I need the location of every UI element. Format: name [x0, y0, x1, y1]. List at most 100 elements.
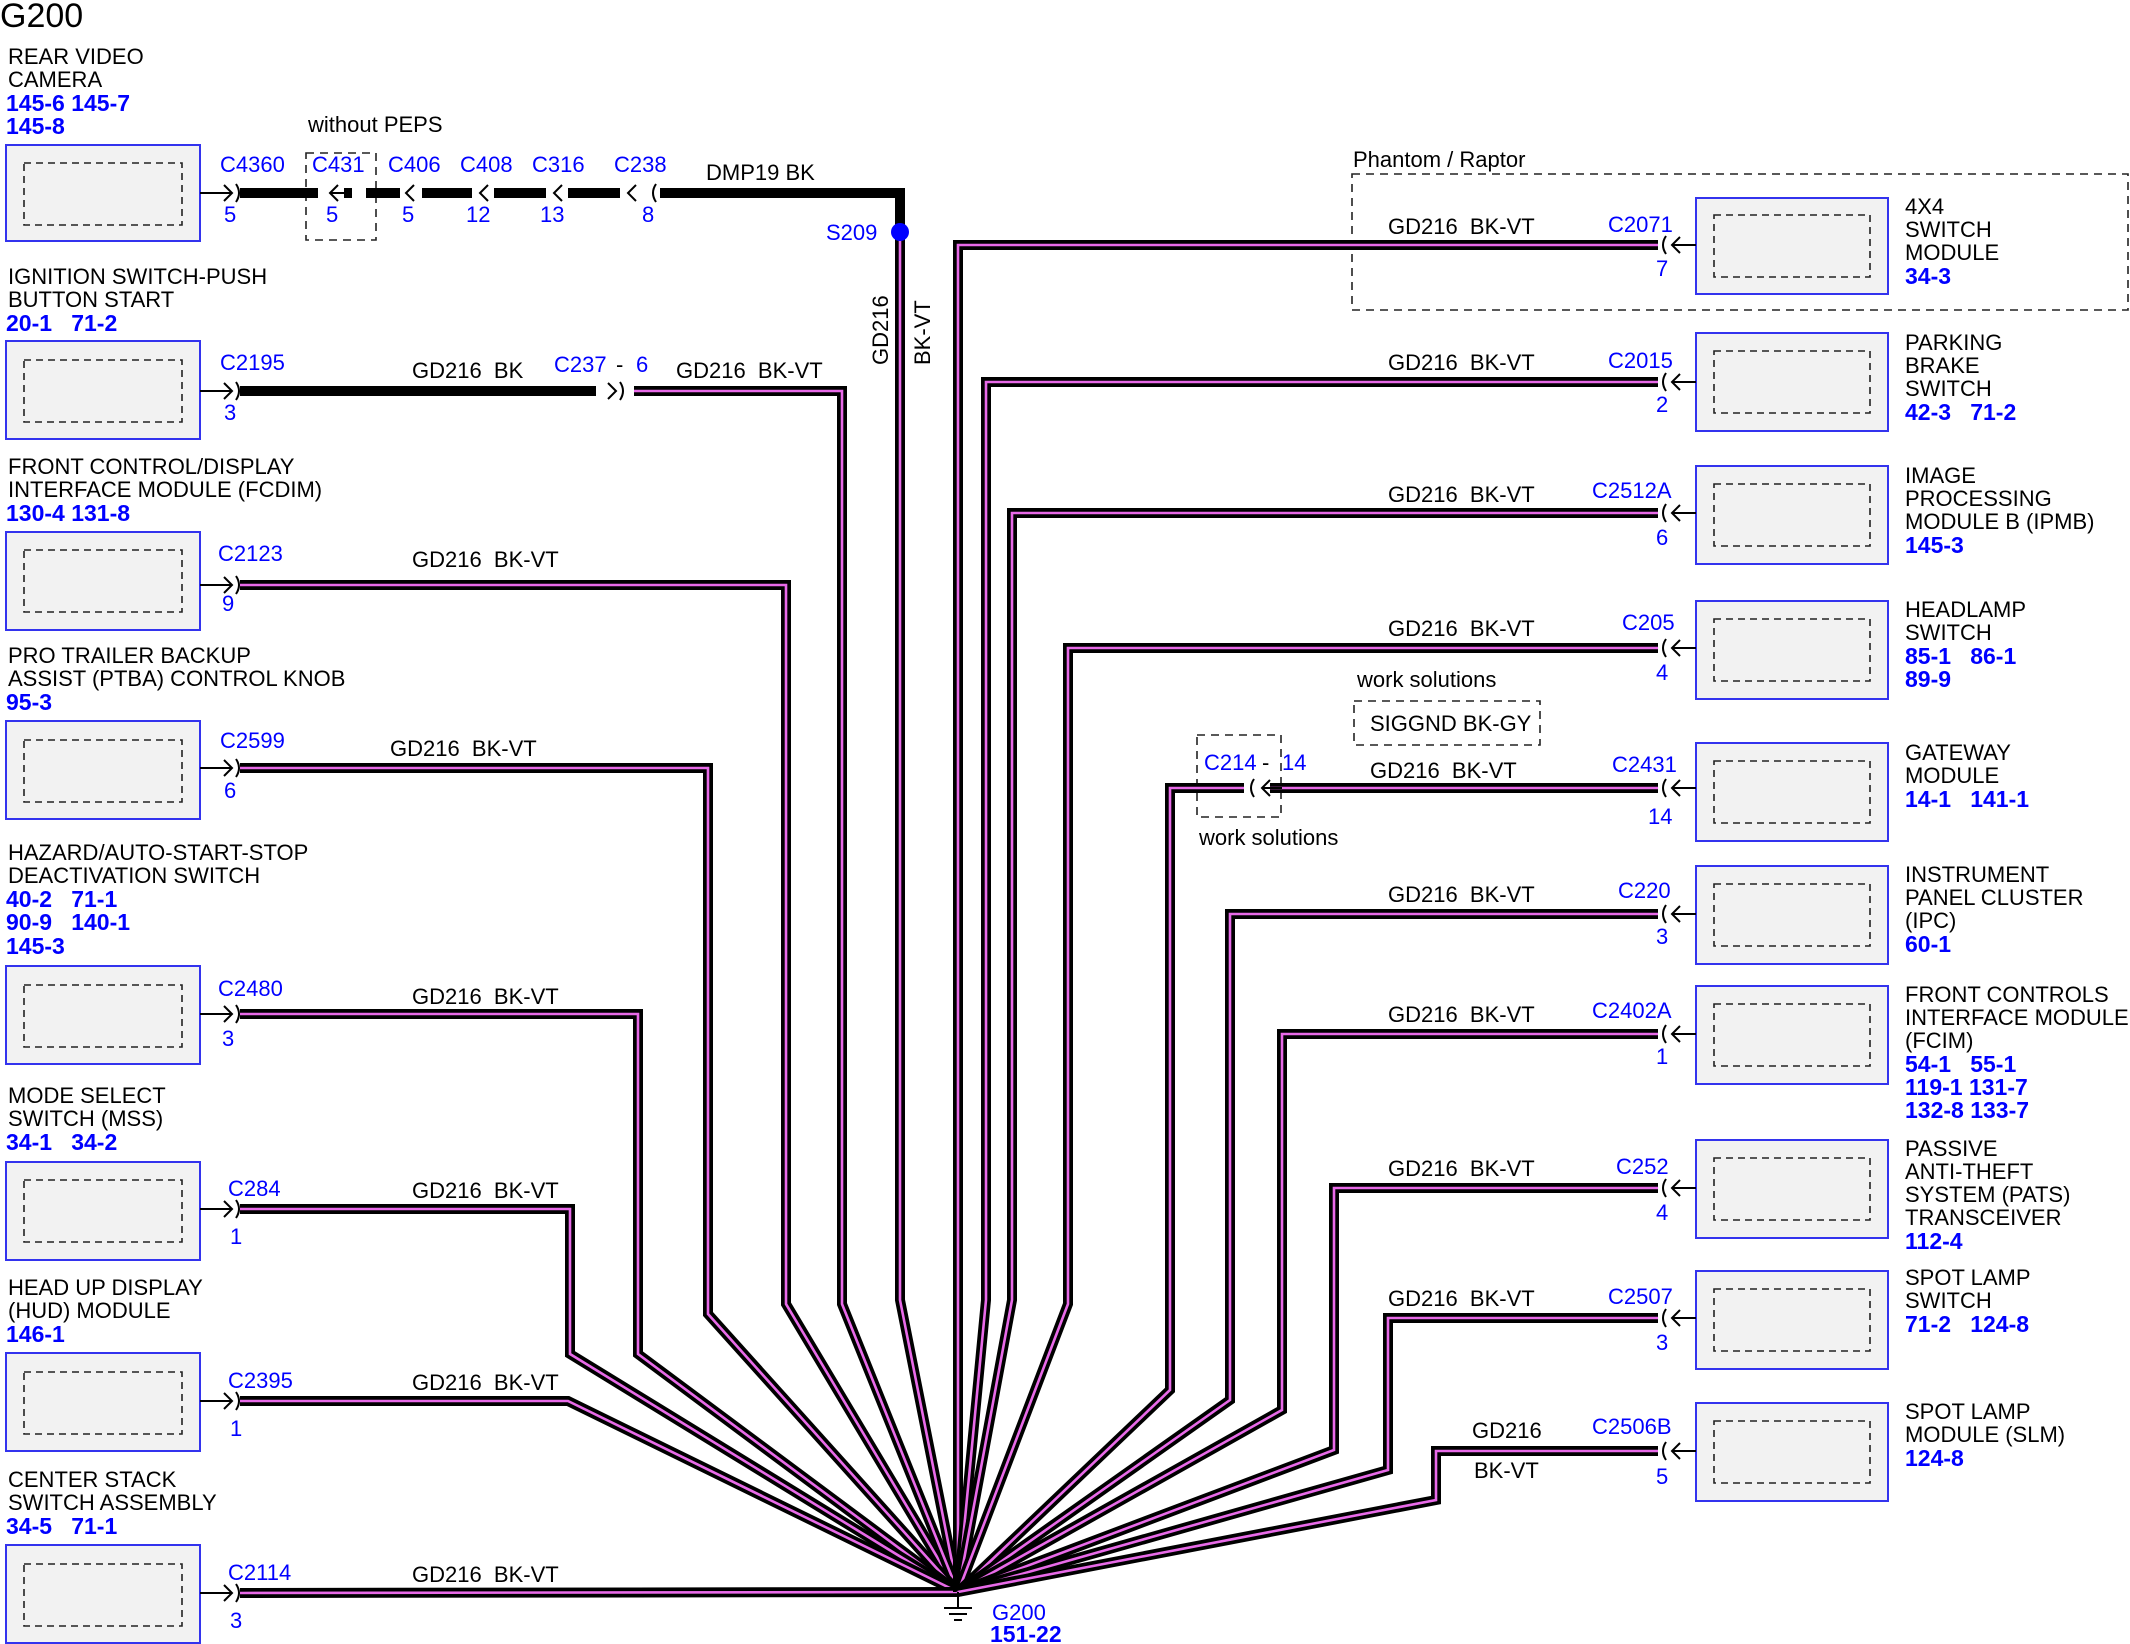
module-ref: 95-3 — [6, 689, 52, 715]
pin-number: 6 — [1656, 525, 1668, 550]
module-name-line: REAR VIDEO — [8, 44, 144, 69]
work-solutions-top-label: work solutions — [1356, 667, 1496, 692]
connector-label: C238 — [614, 152, 667, 177]
pin-symbol-right — [1662, 1441, 1696, 1461]
pin-number: 14 — [1648, 804, 1672, 829]
wire-label: GD216 BK-VT — [676, 358, 823, 383]
wire-hazard — [240, 1009, 961, 1597]
pin-number: 5 — [1656, 1464, 1668, 1489]
wire-label: GD216 BK-VT — [1388, 482, 1535, 507]
separator: - — [616, 352, 623, 377]
pin-number: 1 — [230, 1416, 242, 1441]
pin-symbol-left — [200, 1391, 240, 1411]
module-box — [5, 340, 201, 440]
module-ref: 60-1 — [1905, 931, 1951, 957]
module-name-line: PARKING — [1905, 330, 2002, 355]
module-ref: 34-3 — [1905, 263, 1951, 289]
module-ref: 71-2 124-8 — [1905, 1311, 2029, 1337]
gap — [472, 186, 494, 200]
pin-number: 3 — [1656, 1330, 1668, 1355]
splice-label: S209 — [826, 220, 877, 245]
module-ref: 34-5 71-1 — [6, 1513, 117, 1539]
module-ref: 132-8 133-7 — [1905, 1097, 2029, 1123]
connector-label: C2123 — [218, 541, 283, 566]
module-box — [5, 965, 201, 1065]
connector-label: C2395 — [228, 1368, 293, 1393]
module-ref: 90-9 140-1 — [6, 909, 130, 935]
connector-label: C284 — [228, 1176, 281, 1201]
wire-s209-drop-stripe — [898, 232, 960, 1593]
separator: - — [1262, 750, 1269, 775]
module-hazard-switch: HAZARD/AUTO-START-STOP DEACTIVATION SWIT… — [5, 840, 308, 1065]
pin-number: 8 — [642, 202, 654, 227]
wire-label: GD216 BK-VT — [412, 1562, 559, 1587]
module-ref: 34-1 34-2 — [6, 1129, 117, 1155]
module-name-line: MODULE B (IPMB) — [1905, 509, 2094, 534]
wire-label: GD216 — [1472, 1418, 1542, 1443]
wire-label: GD216 BK-VT — [1388, 1002, 1535, 1027]
module-hud: HEAD UP DISPLAY (HUD) MODULE 146-1 — [5, 1275, 203, 1452]
pin-symbol-right — [1662, 778, 1696, 798]
connector-label: C2071 — [1608, 212, 1673, 237]
wire-fcdim-stripe — [240, 583, 960, 1593]
siggnd-label: SIGGND BK-GY — [1370, 711, 1532, 736]
module-name-line: FRONT CONTROLS — [1905, 982, 2109, 1007]
connector-label: C252 — [1616, 1154, 1669, 1179]
pin-number: 2 — [1656, 392, 1668, 417]
module-name-line: ASSIST (PTBA) CONTROL KNOB — [8, 666, 345, 691]
module-name-line: HAZARD/AUTO-START-STOP — [8, 840, 308, 865]
module-name-line: INSTRUMENT — [1905, 862, 2049, 887]
module-ref: 112-4 — [1905, 1228, 1963, 1254]
wire-label: GD216 BK-VT — [412, 547, 559, 572]
module-headlamp-switch: HEADLAMP SWITCH 85-1 86-1 89-9 — [1695, 597, 2026, 700]
connector-label: C220 — [1618, 878, 1671, 903]
gap — [352, 186, 366, 200]
module-name-line: 4X4 — [1905, 194, 1944, 219]
module-name-line: (FCIM) — [1905, 1028, 1973, 1053]
module-name-line: CAMERA — [8, 67, 102, 92]
pin-symbol-right — [1662, 1308, 1696, 1328]
module-name-line: PANEL CLUSTER — [1905, 885, 2084, 910]
connector-label: C4360 — [220, 152, 285, 177]
connector-label: C406 — [388, 152, 441, 177]
module-box — [5, 144, 201, 242]
pin-symbol-right — [1662, 638, 1696, 658]
module-box — [5, 720, 201, 820]
pin-number: 1 — [1656, 1044, 1668, 1069]
module-ptba: PRO TRAILER BACKUP ASSIST (PTBA) CONTROL… — [5, 643, 345, 820]
module-name-line: PRO TRAILER BACKUP — [8, 643, 251, 668]
module-ref: 124-8 — [1905, 1445, 1964, 1471]
module-4x4-switch: 4X4 SWITCH MODULE 34-3 — [1695, 194, 1999, 295]
pin-number: 9 — [222, 591, 234, 616]
connector-label: C237 — [554, 352, 607, 377]
wiring-diagram: G200 REAR VIDEO CAMERA 145-6 145-7 145-8… — [0, 0, 2129, 1644]
module-name-line: INTERFACE MODULE — [1905, 1005, 2129, 1030]
pin-number: 3 — [230, 1608, 242, 1633]
module-box — [5, 531, 201, 631]
connector-label: C2480 — [218, 976, 283, 1001]
wire-label: GD216 BK-VT — [390, 736, 537, 761]
connector-label: C205 — [1622, 610, 1675, 635]
splice-color-label: BK-VT — [910, 300, 935, 365]
module-name-line: SWITCH — [1905, 620, 1992, 645]
module-name-line: SWITCH (MSS) — [8, 1106, 163, 1131]
module-spot-lamp-switch: SPOT LAMP SWITCH 71-2 124-8 — [1695, 1265, 2031, 1370]
connector-label: C2402A — [1592, 998, 1672, 1023]
module-name-line: INTERFACE MODULE (FCDIM) — [8, 477, 322, 502]
module-name-line: SWITCH — [1905, 1288, 1992, 1313]
wire-s209-drop — [895, 232, 963, 1593]
module-name-line: GATEWAY — [1905, 740, 2011, 765]
module-name-line: HEADLAMP — [1905, 597, 2026, 622]
wire-label: GD216 BK-VT — [412, 984, 559, 1009]
module-box — [1695, 1270, 1889, 1370]
module-name-line: IMAGE — [1905, 463, 1976, 488]
module-name-line: BRAKE — [1905, 353, 1980, 378]
module-name-line: ANTI-THEFT — [1905, 1159, 2033, 1184]
wire-cssa-stripe — [239, 1590, 959, 1595]
without-peps-label: without PEPS — [307, 112, 443, 137]
wire-label: GD216 BK-VT — [1388, 1286, 1535, 1311]
module-name-line: SWITCH — [1905, 217, 1992, 242]
wire-label: GD216 BK-VT — [412, 1370, 559, 1395]
wire-label: GD216 BK-VT — [1388, 214, 1535, 239]
module-ref: 145-8 — [6, 113, 65, 139]
